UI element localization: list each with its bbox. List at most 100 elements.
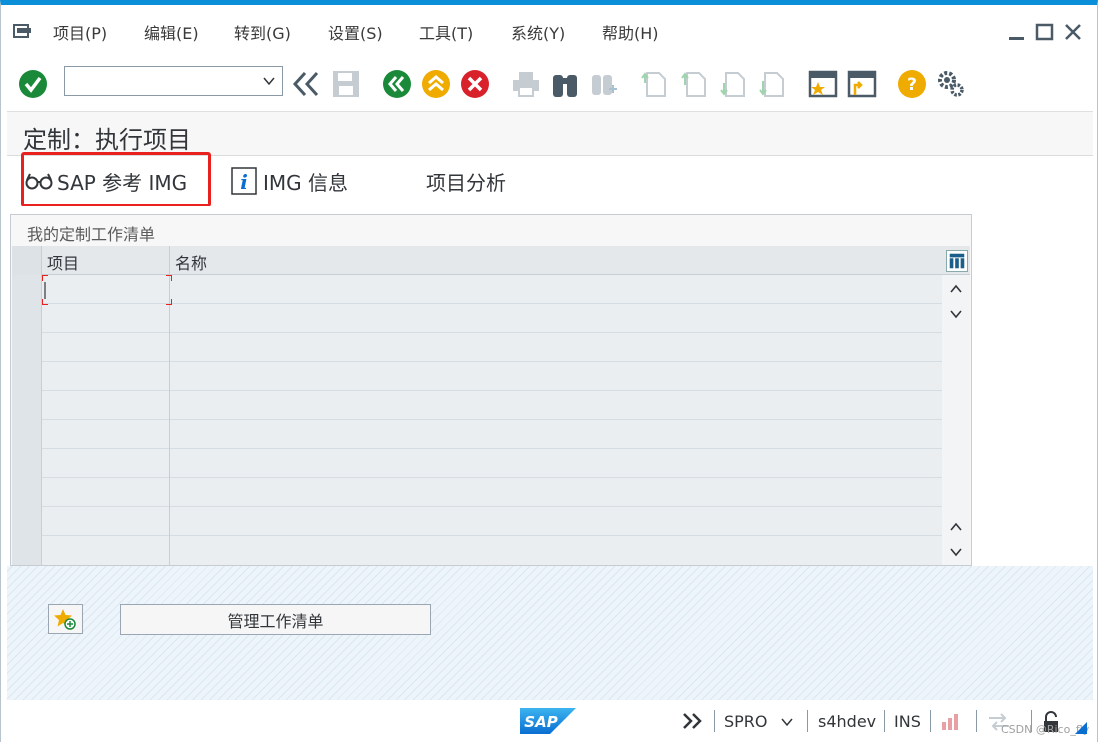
title-bar: 定制：执行项目 [7, 111, 1093, 156]
focused-cell-indicator [42, 275, 172, 305]
status-separator [976, 710, 977, 732]
chevron-down-icon[interactable] [262, 74, 276, 88]
menu-settings[interactable]: 设置(S) [328, 20, 383, 44]
table-row [12, 333, 942, 362]
grid-header: 项目 名称 [12, 246, 970, 275]
project-cell[interactable] [42, 304, 170, 333]
project-cell[interactable] [42, 391, 170, 420]
project-cell[interactable] [42, 420, 170, 449]
row-selector[interactable] [12, 507, 42, 536]
info-icon: i [231, 167, 257, 195]
status-separator [884, 710, 885, 732]
row-selector[interactable] [12, 362, 42, 391]
column-header-name-label: 名称 [175, 254, 208, 273]
page-title: 定制：执行项目 [23, 126, 191, 154]
project-cell[interactable] [42, 536, 170, 565]
project-cell[interactable] [42, 362, 170, 391]
row-selector[interactable] [12, 420, 42, 449]
menu-project[interactable]: 项目(P) [53, 20, 107, 44]
project-cell[interactable] [42, 449, 170, 478]
sap-logo-text: SAP [524, 713, 557, 731]
command-input[interactable] [65, 67, 255, 95]
menu-exit-icon[interactable] [13, 22, 35, 40]
transaction-code: SPRO [724, 712, 768, 731]
column-header-project[interactable]: 项目 [42, 246, 170, 275]
page-down-icon[interactable] [948, 306, 964, 322]
table-row [12, 304, 942, 333]
column-header-project-label: 项目 [47, 254, 80, 273]
row-selector[interactable] [12, 304, 42, 333]
manage-worklist-button[interactable]: 管理工作清单 [120, 604, 431, 635]
menu-goto[interactable]: 转到(G) [234, 20, 291, 44]
add-favorite-button[interactable] [48, 604, 83, 634]
system-name: s4hdev [818, 712, 877, 731]
menu-edit[interactable]: 编辑(E) [144, 20, 199, 44]
vertical-scrollbar[interactable] [942, 275, 970, 565]
create-shortcut-icon[interactable] [808, 69, 838, 99]
collapse-icon[interactable] [291, 69, 321, 99]
back-icon[interactable] [382, 69, 412, 99]
menu-help[interactable]: 帮助(H) [602, 20, 659, 44]
project-cell[interactable] [42, 507, 170, 536]
img-info-label: IMG 信息 [263, 170, 349, 195]
name-cell[interactable] [170, 333, 942, 362]
exit-icon[interactable] [421, 69, 451, 99]
project-cell[interactable] [42, 333, 170, 362]
name-cell[interactable] [170, 478, 942, 507]
menu-tools[interactable]: 工具(T) [419, 20, 473, 44]
name-cell[interactable] [170, 362, 942, 391]
new-session-icon[interactable] [847, 69, 877, 99]
status-separator [807, 710, 808, 732]
row-selector[interactable] [12, 536, 42, 565]
worklist-title: 我的定制工作清单 [27, 225, 156, 244]
status-separator [714, 710, 715, 732]
row-selector[interactable] [12, 275, 42, 304]
glasses-icon [25, 173, 53, 190]
command-field[interactable] [64, 66, 283, 96]
status-separator [930, 710, 931, 732]
scroll-up-icon[interactable] [948, 281, 964, 297]
column-header-name[interactable]: 名称 [170, 246, 940, 275]
minimize-icon[interactable] [1007, 22, 1027, 42]
maximize-icon[interactable] [1035, 22, 1055, 42]
system-toolbar: ? [1, 55, 1097, 111]
project-cell[interactable] [42, 478, 170, 507]
resize-grip-icon[interactable] [1075, 722, 1087, 734]
last-page-icon [759, 72, 784, 97]
menubar: 项目(P) 编辑(E) 转到(G) 设置(S) 工具(T) 系统(Y) 帮助(H… [1, 10, 1097, 50]
table-row [12, 478, 942, 507]
menu-system[interactable]: 系统(Y) [511, 20, 565, 44]
find-icon[interactable] [550, 69, 580, 99]
sap-reference-img-label: SAP 参考 IMG [57, 170, 188, 195]
settings-gear-icon[interactable] [936, 69, 966, 99]
name-cell[interactable] [170, 304, 942, 333]
name-cell[interactable] [170, 391, 942, 420]
expand-status-icon[interactable] [682, 712, 704, 730]
select-all-cell[interactable] [12, 246, 42, 275]
close-icon[interactable] [1063, 22, 1083, 42]
chevron-down-icon[interactable] [780, 715, 794, 729]
help-icon[interactable]: ? [897, 69, 927, 99]
status-bar: SAP SPRO s4hdev INS CSDN @Rico_fly [1, 702, 1097, 742]
connection-status-icon [942, 714, 958, 730]
table-row [12, 536, 942, 565]
cancel-icon[interactable] [460, 69, 490, 99]
sap-reference-img-button[interactable]: SAP 参考 IMG [25, 166, 187, 196]
name-cell[interactable] [170, 420, 942, 449]
scroll-down-icon[interactable] [948, 544, 964, 560]
enter-check-icon[interactable] [18, 69, 48, 99]
row-selector[interactable] [12, 333, 42, 362]
img-info-button[interactable]: i IMG 信息 [231, 166, 348, 196]
page-up-icon[interactable] [948, 519, 964, 535]
column-layout-icon[interactable] [946, 250, 968, 272]
name-cell[interactable] [170, 507, 942, 536]
name-cell[interactable] [170, 449, 942, 478]
svg-text:?: ? [907, 75, 917, 95]
name-cell[interactable] [170, 275, 942, 304]
project-analysis-button[interactable]: 项目分析 [426, 166, 506, 196]
row-selector[interactable] [12, 478, 42, 507]
row-selector[interactable] [12, 449, 42, 478]
row-selector[interactable] [12, 391, 42, 420]
name-cell[interactable] [170, 536, 942, 565]
insert-mode[interactable]: INS [894, 712, 921, 731]
